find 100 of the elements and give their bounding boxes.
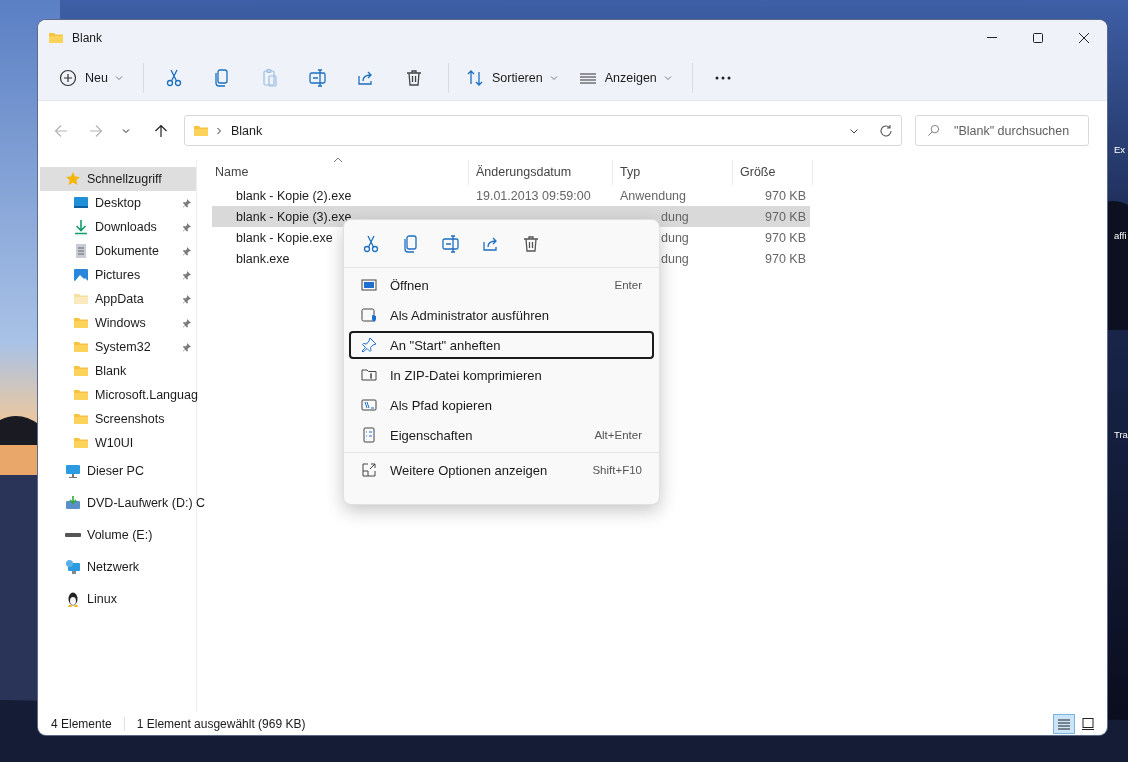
file-type: Anwendung	[620, 188, 687, 203]
scissors-icon	[361, 234, 381, 254]
sidebar-item[interactable]: W10UI	[40, 431, 196, 455]
folder-icon	[73, 363, 89, 379]
caret-icon	[663, 73, 672, 82]
rename-icon	[441, 234, 461, 254]
dvd-drive-icon	[65, 495, 81, 511]
breadcrumb[interactable]: Blank	[231, 123, 263, 138]
maximize-icon	[1033, 32, 1043, 43]
shortcut-text: Enter	[614, 279, 642, 291]
sidebar-item[interactable]: Dieser PC	[40, 455, 196, 487]
sidebar-item[interactable]: Screenshots	[40, 407, 196, 431]
right-arrow-icon	[89, 123, 103, 138]
file-size: 970 KB	[765, 209, 806, 224]
sidebar-item[interactable]: Schnellzugriff	[40, 167, 196, 191]
address-bar[interactable]: Blank	[184, 115, 902, 146]
column-header[interactable]: Änderungsdatum	[469, 160, 613, 185]
sidebar-item[interactable]: Volume (E:)	[40, 519, 196, 551]
item-count: 4 Elemente	[51, 716, 113, 731]
file-name: blank - Kopie (3).exe	[236, 209, 352, 224]
menu-item[interactable]: Weitere Optionen anzeigen Shift+F10	[349, 456, 654, 484]
new-button[interactable]: Neu	[52, 60, 129, 95]
download-icon	[73, 219, 89, 235]
file-type: dung	[661, 230, 689, 245]
plus-circle-icon	[58, 67, 78, 88]
window-icon	[361, 277, 377, 293]
penguin-icon	[65, 591, 81, 607]
file-size: 970 KB	[765, 251, 806, 266]
menu-item[interactable]: Eigenschaften Alt+Enter	[349, 421, 654, 449]
folder-icon	[73, 435, 89, 451]
picture-icon	[73, 267, 89, 283]
sidebar-item[interactable]: Microsoft.Languag	[40, 383, 198, 407]
sidebar-item[interactable]: System32	[40, 335, 196, 359]
details-view-button[interactable]	[1053, 713, 1075, 734]
folder-icon	[73, 339, 89, 355]
menu-item[interactable]: Als Administrator ausführen	[349, 301, 654, 329]
folder-icon	[73, 387, 89, 403]
window-title: Blank	[72, 30, 103, 45]
folder-icon	[73, 291, 89, 307]
menu-item[interactable]: In ZIP-Datei komprimieren	[349, 361, 654, 389]
dots-icon	[714, 75, 731, 80]
desktop-icon-label[interactable]: affi	[1114, 230, 1127, 241]
column-header[interactable]: Größe	[733, 160, 813, 185]
tiles-view-icon	[1081, 716, 1095, 731]
menu-item[interactable]: Öffnen Enter	[349, 271, 654, 299]
zip-folder-icon	[361, 367, 377, 383]
file-size: 970 KB	[765, 188, 806, 203]
network-icon	[65, 559, 81, 575]
rename-icon	[307, 67, 328, 88]
file-row[interactable]: blank - Kopie (2).exe 19.01.2013 09:59:00 Anwendung 970 KB	[212, 185, 810, 206]
monitor-icon	[65, 463, 81, 479]
file-name: blank.exe	[236, 251, 290, 266]
file-name: blank - Kopie (2).exe	[236, 188, 352, 203]
file-size: 970 KB	[765, 230, 806, 245]
path-icon	[361, 397, 377, 413]
close-icon	[1079, 32, 1089, 43]
caret-icon	[114, 73, 123, 82]
sidebar-item[interactable]: Linux	[40, 583, 196, 615]
caret-icon	[549, 73, 558, 82]
drive-icon	[65, 533, 81, 537]
refresh-icon[interactable]	[879, 123, 893, 138]
sidebar-item[interactable]: DVD-Laufwerk (D:) C	[40, 487, 206, 519]
view-button[interactable]: Anzeigen	[571, 60, 678, 95]
file-type: dung	[661, 209, 689, 224]
document-icon	[73, 243, 89, 259]
sidebar-item[interactable]: Desktop	[40, 191, 196, 215]
desktop-icon-label[interactable]: Tra	[1114, 429, 1128, 440]
column-header[interactable]: Name	[212, 160, 469, 185]
left-arrow-icon	[54, 123, 68, 138]
sidebar-item[interactable]: Windows	[40, 311, 196, 335]
search-icon	[927, 124, 940, 137]
sort-button[interactable]: Sortieren	[458, 60, 564, 95]
sidebar-item[interactable]: Blank	[40, 359, 196, 383]
shortcut-text: Shift+F10	[592, 464, 642, 476]
chevron-right-icon	[215, 126, 223, 135]
shield-icon	[361, 307, 377, 323]
column-header[interactable]: Typ	[613, 160, 733, 185]
search-field[interactable]: "Blank" durchsuchen	[915, 115, 1089, 146]
desktop-icon	[73, 195, 89, 211]
menu-item[interactable]: An "Start" anheften	[349, 331, 654, 359]
expand-icon	[361, 462, 377, 478]
sidebar-item[interactable]: Downloads	[40, 215, 196, 239]
sort-caret-icon	[333, 157, 343, 163]
sidebar-item[interactable]: Netzwerk	[40, 551, 196, 583]
menu-item[interactable]: Als Pfad kopieren	[349, 391, 654, 419]
folder-icon	[73, 411, 89, 427]
sidebar-item[interactable]: Dokumente	[40, 239, 196, 263]
desktop-icon-label[interactable]: Ex	[1114, 144, 1126, 155]
modified-date: 19.01.2013 09:59:00	[476, 188, 591, 203]
minimize-icon	[987, 37, 997, 38]
file-type: dung	[661, 251, 689, 266]
properties-icon	[361, 427, 377, 443]
pin-icon	[361, 337, 377, 353]
sidebar-item[interactable]: Pictures	[40, 263, 196, 287]
up-arrow-icon	[154, 123, 168, 138]
details-view-icon	[1057, 716, 1071, 731]
file-name: blank - Kopie.exe	[236, 230, 333, 245]
star-icon	[65, 171, 81, 187]
sidebar-item[interactable]: AppData	[40, 287, 196, 311]
selection-info: 1 Element ausgewählt (969 KB)	[123, 716, 318, 731]
